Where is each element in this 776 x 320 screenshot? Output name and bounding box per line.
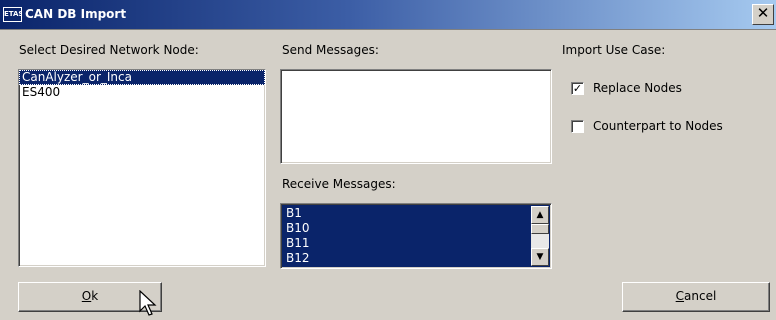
node-item-canalyzer[interactable]: CanAlyzer_or_Inca [19,70,265,85]
close-icon: ✕ [756,4,770,22]
scroll-up-icon: ▲ [536,210,544,220]
network-node-list[interactable]: CanAlyzer_or_Inca ES400 [18,69,266,267]
replace-nodes-label: Replace Nodes [593,81,682,95]
receive-messages-list[interactable]: B1 B10 B11 B12 ▲ ▼ [280,203,552,269]
receive-item-b11[interactable]: B11 [283,236,529,251]
cancel-label-rest: ancel [684,289,717,303]
ok-label-rest: k [91,289,99,303]
scroll-down-icon: ▼ [536,252,544,262]
mouse-pointer-icon [139,290,157,316]
use-case-label: Import Use Case: [562,43,666,57]
scroll-thumb[interactable] [531,224,549,234]
replace-nodes-option[interactable]: ✓ Replace Nodes [571,80,721,98]
receive-scrollbar[interactable]: ▲ ▼ [531,206,549,266]
scroll-down-button[interactable]: ▼ [531,248,549,266]
send-messages-list[interactable] [280,69,552,164]
receive-item-b12[interactable]: B12 [283,251,529,266]
node-list-label: Select Desired Network Node: [19,43,199,57]
replace-nodes-checkbox[interactable]: ✓ [571,82,584,95]
counterpart-nodes-option[interactable]: Counterpart to Nodes [571,118,761,136]
cancel-button[interactable]: Cancel [622,282,770,312]
send-messages-label: Send Messages: [282,43,379,57]
title-bar[interactable]: ETAS CAN DB Import ✕ [0,0,776,30]
counterpart-nodes-label: Counterpart to Nodes [593,119,723,133]
receive-item-b1[interactable]: B1 [283,206,529,221]
counterpart-nodes-checkbox[interactable] [571,120,584,133]
node-item-es400[interactable]: ES400 [19,85,265,100]
close-button[interactable]: ✕ [752,4,774,25]
receive-item-b10[interactable]: B10 [283,221,529,236]
scroll-up-button[interactable]: ▲ [531,206,549,224]
cancel-mnemonic: C [675,289,685,303]
ok-mnemonic: O [81,289,92,303]
etas-logo-icon: ETAS [3,7,22,22]
window-title: CAN DB Import [25,7,127,21]
checkmark-icon: ✓ [572,82,583,95]
receive-messages-label: Receive Messages: [282,177,396,191]
